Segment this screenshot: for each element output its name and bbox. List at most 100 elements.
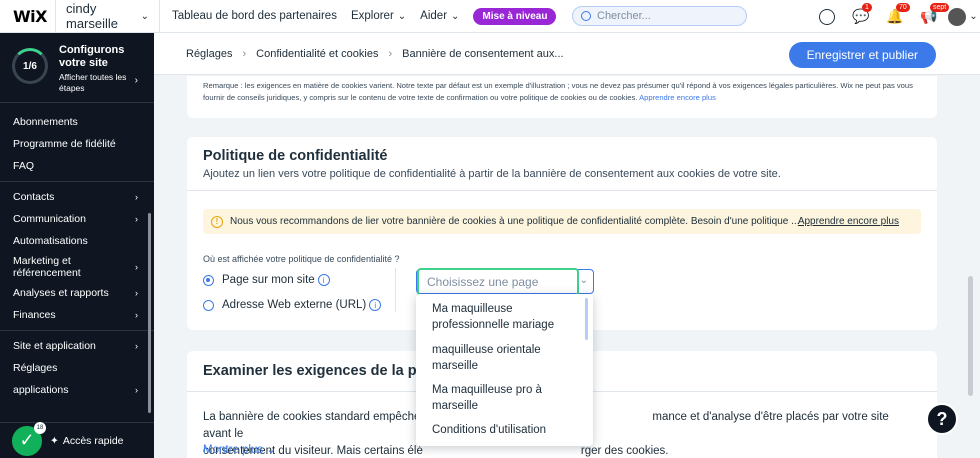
chevron-right-icon: ›: [135, 214, 138, 224]
chevron-right-icon: ›: [135, 288, 138, 298]
save-publish-button[interactable]: Enregistrer et publier: [788, 42, 936, 68]
divider: [395, 268, 396, 312]
notifications-button[interactable]: 🔔 70: [878, 0, 912, 33]
avatar: [948, 7, 967, 26]
option-page-4[interactable]: Conditions d'utilisation: [416, 422, 562, 438]
chevron-right-icon: ›: [135, 192, 138, 202]
radio-page-on-site[interactable]: Page sur mon site i: [203, 274, 330, 286]
page-scrollbar[interactable]: [968, 276, 973, 396]
sidebar-item-0[interactable]: Abonnements: [0, 111, 154, 133]
nav-help-label: Aider: [420, 10, 448, 22]
chevron-down-icon: ⌄: [969, 11, 978, 22]
sidebar-item-9[interactable]: Site et application ›: [0, 335, 154, 357]
remark-learn-more-link[interactable]: Apprendre encore plus: [639, 93, 716, 102]
nav-partners-dashboard[interactable]: Tableau de bord des partenaires: [172, 10, 337, 22]
body-line1-start: La bannière de cookies standard empêche: [203, 411, 421, 423]
sidebar-scrollbar[interactable]: [148, 213, 151, 413]
sidebar-item-5[interactable]: Automatisations: [0, 230, 154, 252]
updates-button[interactable]: 📢 sept: [912, 0, 950, 33]
progress-ring: 1/6: [12, 48, 48, 84]
sidebar-item-label: Contacts: [13, 191, 55, 203]
sidebar-item-2[interactable]: FAQ: [0, 155, 154, 177]
info-icon[interactable]: i: [317, 274, 330, 286]
account-button[interactable]: [810, 0, 844, 33]
policy-location-label: Où est affichée votre politique de confi…: [203, 254, 400, 264]
sidebar-item-7[interactable]: Analyses et rapports ›: [0, 282, 154, 304]
chevron-right-icon: ›: [388, 47, 393, 60]
privacy-subtitle: Ajoutez un lien vers votre politique de …: [203, 168, 781, 180]
setup-progress-card[interactable]: 1/6 Configurons votre site Afficher tout…: [0, 33, 154, 103]
recommendation-notice: ! Nous vous recommandons de lier votre b…: [203, 209, 921, 234]
select-focus-ring: Choisissez une page: [417, 268, 579, 296]
chevron-right-icon: ›: [135, 385, 138, 395]
search-input[interactable]: Chercher...: [572, 6, 747, 26]
sidebar-item-11[interactable]: applications ›: [0, 379, 154, 401]
help-button[interactable]: ?: [926, 403, 958, 435]
page-options-list: Ma maquilleuse professionnelle mariage m…: [416, 294, 593, 446]
info-icon: !: [211, 215, 223, 228]
sidebar-item-10[interactable]: Réglages: [0, 357, 154, 379]
show-more-link[interactable]: Montre plus ⌄: [203, 442, 276, 456]
page-select-dropdown[interactable]: Choisissez une page ⌄: [416, 268, 594, 296]
option-page-2[interactable]: maquilleuse orientale marseille: [416, 342, 593, 374]
sidebar-item-label: Automatisations: [13, 235, 88, 247]
lightning-icon: ✦: [50, 434, 59, 447]
checklist-bubble[interactable]: ✓ 18: [10, 421, 46, 458]
radio-unselected-icon: [203, 299, 214, 311]
wix-logo[interactable]: WiX: [0, 7, 55, 26]
chevron-right-icon: ›: [135, 341, 138, 351]
remark-card: Remarque : les exigences en matière de c…: [187, 76, 937, 118]
setup-title: Configurons votre site: [59, 44, 125, 69]
user-menu[interactable]: ⌄: [946, 0, 980, 33]
sidebar-item-3[interactable]: Contacts ›: [0, 186, 154, 208]
notice-text: Nous vous recommandons de lier votre ban…: [230, 216, 800, 227]
setup-text: Configurons votre site Afficher toutes l…: [59, 44, 142, 94]
notice-learn-more-link[interactable]: Apprendre encore plus: [798, 216, 899, 227]
sidebar-item-label: Analyses et rapports: [13, 287, 109, 299]
breadcrumb-privacy[interactable]: Confidentialité et cookies: [256, 48, 378, 60]
nav-explore-label: Explorer: [350, 10, 394, 22]
privacy-header: Politique de confidentialité Ajoutez un …: [187, 137, 937, 191]
sidebar-item-label: Réglages: [13, 362, 58, 374]
breadcrumb-settings[interactable]: Réglages: [186, 48, 232, 60]
account-icon: [819, 8, 835, 25]
radio-external-url[interactable]: Adresse Web externe (URL) i: [203, 299, 382, 311]
chevron-down-icon: ⌄: [266, 444, 276, 456]
quick-access-bar[interactable]: ✓ 18 ✦ Accès rapide: [0, 421, 154, 458]
option-page-1[interactable]: Ma maquilleuse professionnelle mariage: [416, 301, 593, 333]
nav-explore[interactable]: Explorer ⌄: [351, 10, 406, 22]
requirements-title: Examiner les exigences de la politi: [203, 363, 443, 379]
body-line2-end: rger des cookies.: [580, 445, 669, 457]
quick-access-label: Accès rapide: [62, 434, 124, 447]
quick-count: 18: [34, 421, 46, 434]
chevron-down-icon: ⌄: [397, 10, 407, 22]
notifications-badge: 70: [896, 3, 910, 12]
nav-help[interactable]: Aider ⌄: [420, 10, 459, 22]
sidebar-item-4[interactable]: Communication ›: [0, 208, 154, 230]
chevron-down-icon: ⌄: [140, 10, 149, 22]
option-page-3[interactable]: Ma maquilleuse pro à marseille: [416, 382, 593, 414]
divider: [0, 181, 154, 182]
radio-selected-icon: [203, 274, 214, 286]
site-switcher[interactable]: cindy marseille ⌄: [55, 0, 160, 33]
chat-button[interactable]: 💬 1: [844, 0, 878, 33]
sidebar-item-label: FAQ: [13, 160, 35, 172]
sidebar-item-label: Marketing et référencement: [13, 255, 81, 279]
sidebar-item-label: applications: [13, 384, 69, 396]
sidebar-menu: Abonnements Programme de fidélité FAQ Conta…: [0, 103, 154, 401]
search-placeholder: Chercher...: [597, 10, 651, 22]
sidebar-item-label: Abonnements: [13, 116, 78, 128]
quick-access-button[interactable]: ✦ Accès rapide: [50, 435, 124, 447]
upgrade-button[interactable]: Mise à niveau: [473, 7, 557, 25]
divider: [0, 330, 154, 331]
info-icon[interactable]: i: [369, 299, 382, 311]
sidebar-item-label: Site et application: [13, 340, 96, 352]
sidebar-item-1[interactable]: Programme de fidélité: [0, 133, 154, 155]
sidebar-item-6[interactable]: Marketing et référencement ›: [0, 252, 154, 282]
top-nav: Tableau de bord des partenaires Explorer…: [172, 7, 557, 25]
search-icon: [581, 11, 591, 21]
remark-text: Remarque : les exigences en matière de c…: [203, 81, 913, 102]
sidebar-item-8[interactable]: Finances ›: [0, 304, 154, 326]
site-name: cindy marseille: [66, 1, 119, 31]
dropdown-scrollbar[interactable]: [585, 298, 588, 340]
